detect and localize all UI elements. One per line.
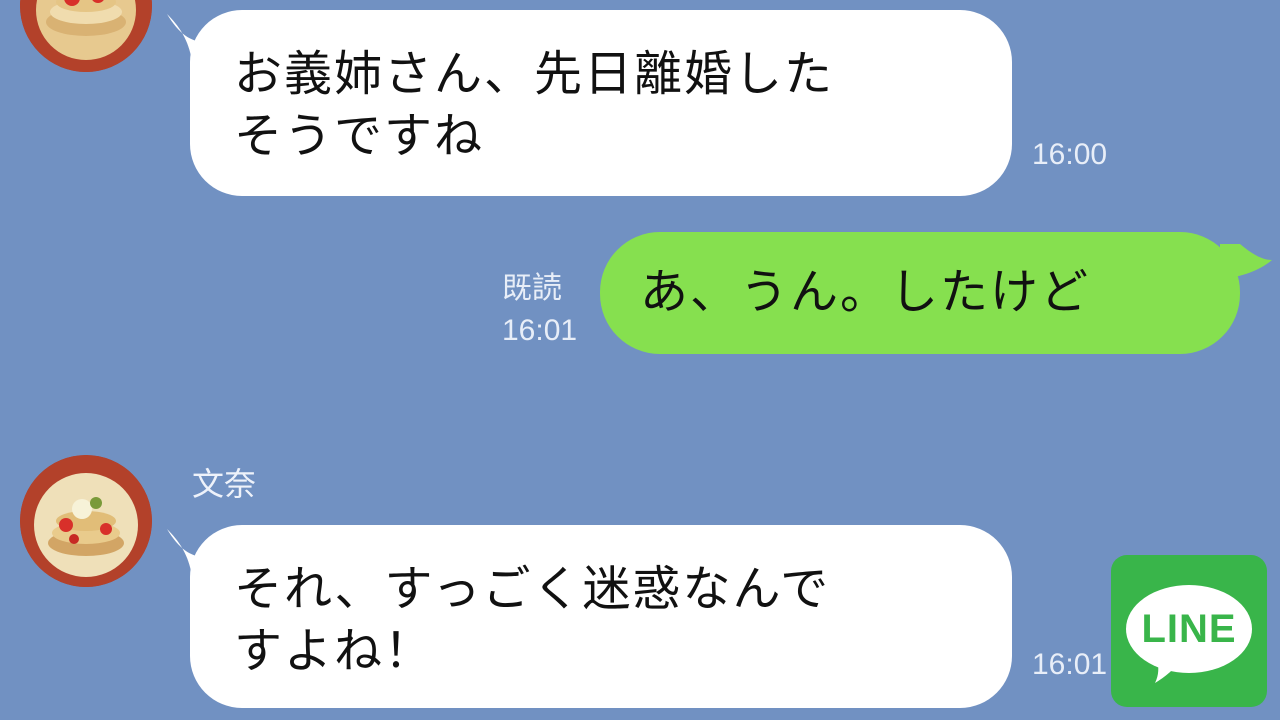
- read-receipt: 既読: [502, 272, 562, 305]
- message-line: それ、すっごく迷惑なんで: [234, 561, 831, 617]
- avatar[interactable]: [20, 455, 152, 587]
- message-bubble[interactable]: それ、すっごく迷惑なんで すよね！: [190, 525, 1012, 708]
- message-line: お義姉さん、先日離婚した: [234, 46, 835, 102]
- message-time: 16:01: [502, 314, 578, 347]
- message-line: すよね！: [234, 623, 435, 679]
- line-logo-icon: LINE: [1111, 555, 1267, 707]
- bubble-tail: [1220, 244, 1272, 280]
- avatar-photo: [20, 0, 152, 72]
- message-bubble[interactable]: あ、うん。したけど: [600, 232, 1240, 354]
- message-time: 16:00: [1032, 138, 1108, 171]
- avatar[interactable]: [20, 0, 152, 72]
- speech-tail-shape: [1155, 659, 1181, 683]
- logo-text: LINE: [1141, 607, 1237, 651]
- message-bubble[interactable]: お義姉さん、先日離婚した そうですね: [190, 10, 1012, 196]
- sender-name: 文奈: [192, 465, 257, 503]
- message-time: 16:01: [1032, 648, 1108, 681]
- message-line: そうですね: [234, 108, 485, 164]
- avatar-photo: [20, 455, 152, 587]
- message-line: あ、うん。したけど: [640, 264, 1091, 320]
